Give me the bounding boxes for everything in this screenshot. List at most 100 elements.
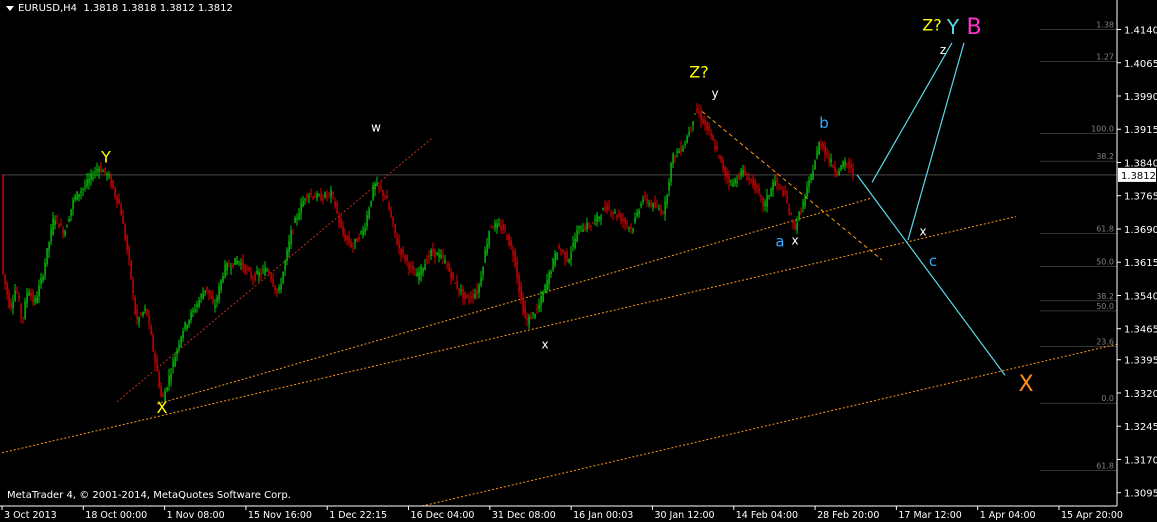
candle-body [50,228,52,242]
candle-body [330,190,332,197]
candle-body [64,231,66,236]
time-tick-label: 1 Nov 08:00 [167,510,225,521]
candle-body [492,227,494,229]
price-chart[interactable]: 1.381.27100.038.261.850.038.250.023.60.0… [0,0,1157,522]
candle-body [804,195,806,206]
candle-body [422,268,424,273]
triangle-down-icon[interactable] [6,5,14,11]
candle-body [736,181,738,184]
candle-body [624,217,626,224]
candle-body [570,252,572,260]
wave-label: Z? [922,15,941,34]
candle-body [274,285,276,291]
candle-body [238,261,240,263]
candle-body [618,213,620,217]
candle-body [586,222,588,230]
candle-body [600,216,602,220]
candle-body [690,126,692,128]
candle-body [184,322,186,329]
symbol-header[interactable]: EURUSD,H4 1.3818 1.3818 1.3812 1.3812 [6,3,233,14]
candle-body [406,255,408,261]
candle-body [416,272,418,277]
candle-body [254,273,256,281]
candle-body [108,175,110,177]
candle-body [74,195,76,200]
candle-body [448,263,450,272]
candle-body [630,227,632,229]
candle-body [30,293,32,297]
candle-body [206,286,208,291]
fib-level-label: 61.8 [1096,224,1114,233]
candle-body [4,274,6,284]
candle-body [780,186,782,188]
candle-body [370,200,372,206]
candle-body [576,229,578,242]
candle-body [208,289,210,295]
candle-body [732,183,734,187]
candle-body [174,357,176,367]
candle-body [14,290,16,301]
price-tick-label: 1.4140 [1124,26,1157,37]
candle-body [784,191,786,194]
candle-body [242,260,244,268]
candle-body [632,228,634,231]
candle-body [774,181,776,187]
candle-body [436,252,438,256]
candle-body [408,262,410,270]
candle-body [340,219,342,228]
candle-body [558,245,560,248]
time-tick-label: 15 Nov 16:00 [248,510,312,521]
candle-body [758,188,760,193]
candle-body [426,259,428,264]
candle-body [80,191,82,193]
wave-projection-lines [856,42,1006,376]
candle-body [48,242,50,252]
candle-body [348,236,350,244]
candle-body [740,170,742,176]
candle-body [494,223,496,228]
candle-body [20,303,22,318]
candle-body [428,255,430,258]
candle-body [728,176,730,183]
wave-projection-line [871,42,953,183]
candle-body [272,278,274,286]
candle-body [478,285,480,293]
candle-body [34,298,36,302]
candle-body [286,249,288,261]
trendlines [1,111,1118,507]
candle-body [202,292,204,300]
candle-body [770,188,772,197]
candle-body [128,247,130,260]
candle-body [186,324,188,329]
candle-body [70,209,72,216]
candle-body [654,202,656,208]
candle-body [440,254,442,258]
candle-body [450,271,452,280]
candle-body [106,173,108,176]
candle-body [118,199,120,204]
candle-body [404,255,406,261]
candle-body [530,316,532,320]
candle-body [194,309,196,312]
time-tick-label: 15 Apr 20:00 [1061,510,1123,521]
candle-body [486,243,488,255]
wave-label: b [819,114,829,132]
candle-body [500,226,502,231]
candle-body [626,222,628,226]
candle-body [2,174,4,274]
candle-body [502,224,504,231]
candle-body [252,277,254,280]
candle-body [350,241,352,248]
candle-body [8,292,10,308]
fib-level-label: 1.38 [1096,21,1114,30]
candle-body [10,302,12,308]
candle-body [614,211,616,213]
candle-body [816,150,818,158]
wave-label: X [157,398,168,417]
candle-body [672,153,674,164]
candle-body [710,133,712,137]
candle-body [338,216,340,224]
price-tick-label: 1.3690 [1124,225,1157,236]
candle-body [234,257,236,265]
candle-body [620,214,622,222]
